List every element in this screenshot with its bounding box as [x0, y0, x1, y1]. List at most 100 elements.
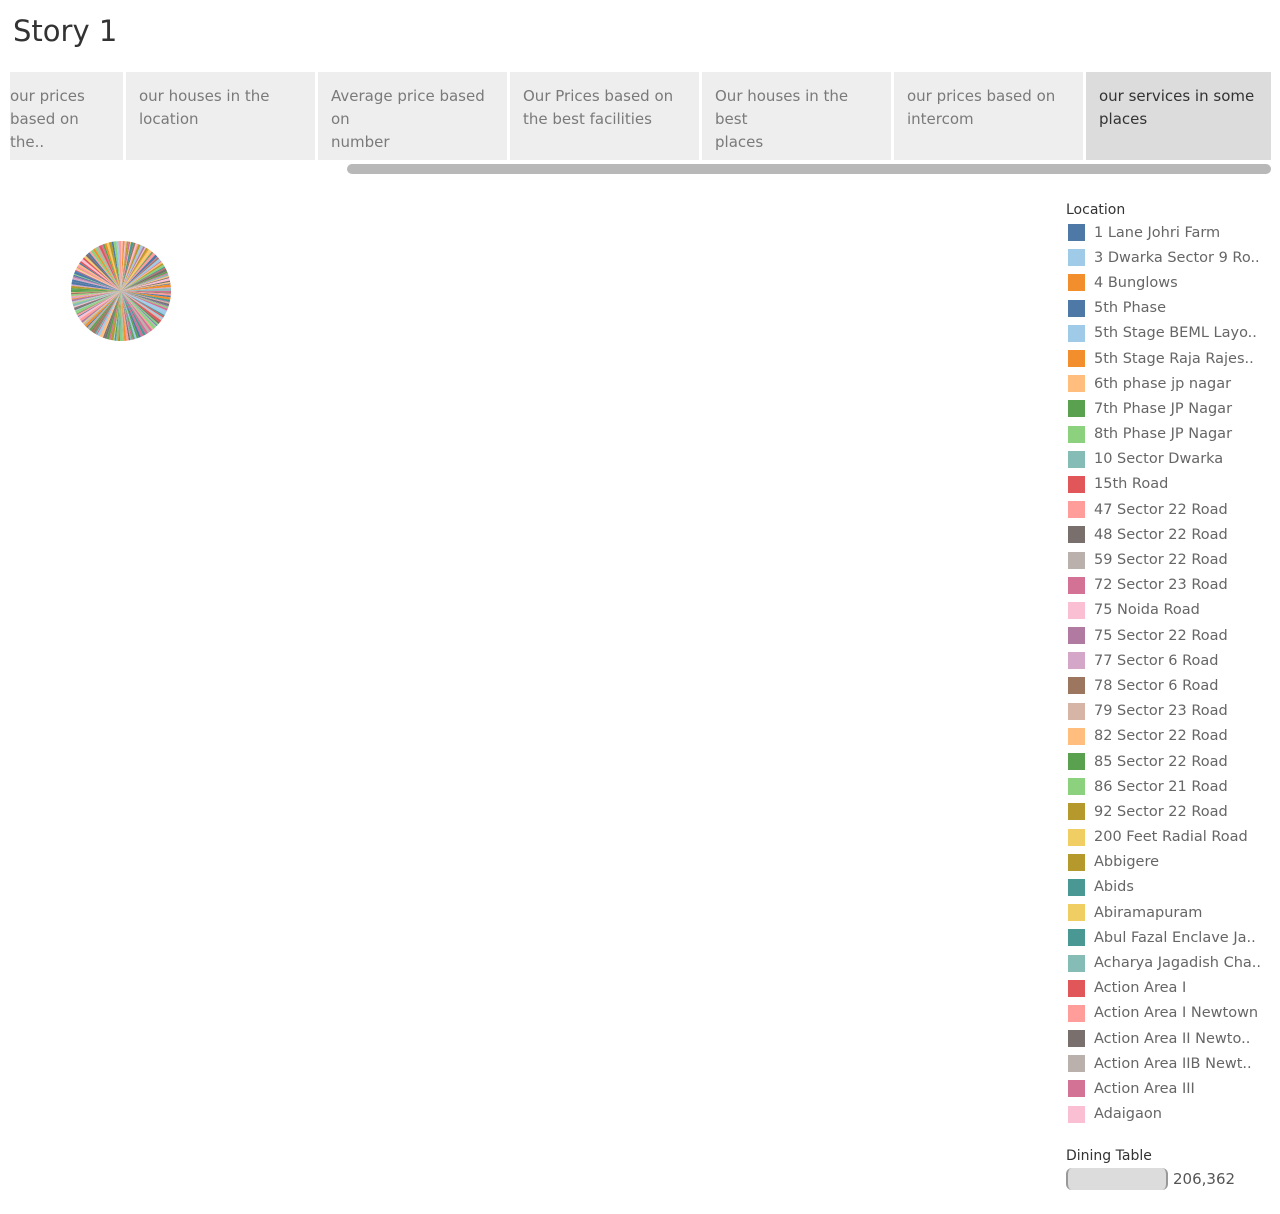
story-tab-label-line2: places: [1099, 110, 1148, 128]
legend-item[interactable]: 47 Sector 22 Road: [1066, 497, 1276, 522]
legend-item[interactable]: 86 Sector 21 Road: [1066, 774, 1276, 799]
legend-item[interactable]: 6th phase jp nagar: [1066, 371, 1276, 396]
legend-swatch: [1068, 878, 1085, 896]
legend-item[interactable]: 79 Sector 23 Road: [1066, 699, 1276, 724]
legend-item-label: Adaigaon: [1094, 1106, 1162, 1123]
legend-item-label: Action Area IIB Newt..: [1094, 1055, 1252, 1072]
legend-item[interactable]: 75 Sector 22 Road: [1066, 623, 1276, 648]
legend-item-label: 86 Sector 21 Road: [1094, 778, 1228, 795]
story-points-navigator: our prices based on the.. our houses in th…: [10, 72, 1271, 160]
story-tab-label-line2: based on the..: [10, 110, 79, 151]
legend-item[interactable]: 77 Sector 6 Road: [1066, 648, 1276, 673]
story-tab-3[interactable]: Average price based on number: [318, 72, 507, 160]
legend-item[interactable]: Action Area II Newto..: [1066, 1026, 1276, 1051]
legend-swatch: [1068, 224, 1085, 242]
size-legend-bar: [1066, 1168, 1168, 1190]
legend-swatch: [1068, 979, 1085, 997]
legend-swatch: [1068, 324, 1085, 342]
tabs-horizontal-scrollbar[interactable]: [347, 164, 1271, 174]
story-tab-label-line1: Average price based on: [331, 87, 485, 128]
legend-item[interactable]: 15th Road: [1066, 472, 1276, 497]
story-tab-label-line1: Our houses in the best: [715, 87, 849, 128]
legend-item[interactable]: 72 Sector 23 Road: [1066, 573, 1276, 598]
legend-item[interactable]: 59 Sector 22 Road: [1066, 547, 1276, 572]
legend-item[interactable]: Action Area IIB Newt..: [1066, 1051, 1276, 1076]
legend-item-label: 78 Sector 6 Road: [1094, 677, 1219, 694]
legend-swatch: [1068, 778, 1085, 796]
story-tab-label-line1: our houses in the: [139, 87, 270, 105]
legend-item-label: 92 Sector 22 Road: [1094, 803, 1228, 820]
legend-item[interactable]: 85 Sector 22 Road: [1066, 749, 1276, 774]
legend-items: 1 Lane Johri Farm 3 Dwarka Sector 9 Ro.. 4…: [1066, 220, 1276, 1127]
story-tabs: our prices based on the.. our houses in th…: [10, 72, 1271, 160]
legend-swatch: [1068, 501, 1085, 519]
legend-item[interactable]: 5th Stage BEML Layo..: [1066, 321, 1276, 346]
story-tab-4[interactable]: Our Prices based on the best facilities: [510, 72, 699, 160]
legend-item-label: 79 Sector 23 Road: [1094, 703, 1228, 720]
legend-item-label: 75 Noida Road: [1094, 602, 1200, 619]
legend-swatch: [1068, 425, 1085, 443]
legend-swatch: [1068, 1105, 1085, 1123]
legend-item-label: 1 Lane Johri Farm: [1094, 224, 1221, 241]
story-tab-6[interactable]: our prices based on intercom: [894, 72, 1083, 160]
legend-item-label: 5th Phase: [1094, 300, 1167, 317]
legend-swatch: [1068, 1030, 1085, 1048]
legend-item[interactable]: 10 Sector Dwarka: [1066, 447, 1276, 472]
legend-swatch: [1068, 652, 1085, 670]
story-tab-label-line2: places: [715, 133, 764, 151]
legend-item[interactable]: Action Area I Newtown: [1066, 1001, 1276, 1026]
legend-item[interactable]: 1 Lane Johri Farm: [1066, 220, 1276, 245]
legend-item[interactable]: Action Area III: [1066, 1076, 1276, 1101]
legend-item-label: 4 Bunglows: [1094, 274, 1178, 291]
legend-swatch: [1068, 929, 1085, 947]
legend-item[interactable]: 78 Sector 6 Road: [1066, 673, 1276, 698]
pie-chart[interactable]: [70, 240, 172, 342]
story-tab-label-line2: intercom: [907, 110, 974, 128]
legend-item[interactable]: Abbigere: [1066, 850, 1276, 875]
legend-swatch: [1068, 601, 1085, 619]
legend-item[interactable]: Acharya Jagadish Cha..: [1066, 950, 1276, 975]
story-tab-7[interactable]: our services in some places: [1086, 72, 1271, 160]
legend-item[interactable]: 82 Sector 22 Road: [1066, 724, 1276, 749]
legend-item[interactable]: Abiramapuram: [1066, 900, 1276, 925]
legend-item[interactable]: 200 Feet Radial Road: [1066, 825, 1276, 850]
legend-swatch: [1068, 828, 1085, 846]
pie-chart-svg[interactable]: [70, 240, 172, 342]
legend-swatch: [1068, 627, 1085, 645]
legend-swatch: [1068, 475, 1085, 493]
legend-swatch: [1068, 249, 1085, 267]
legend-item[interactable]: 3 Dwarka Sector 9 Ro..: [1066, 245, 1276, 270]
legend-item[interactable]: Abids: [1066, 875, 1276, 900]
story-tab-2[interactable]: our houses in the location: [126, 72, 315, 160]
legend-item-label: Abids: [1094, 879, 1134, 896]
legend-item[interactable]: Adaigaon: [1066, 1102, 1276, 1127]
legend-item-label: 77 Sector 6 Road: [1094, 652, 1219, 669]
legend-item-label: 5th Stage BEML Layo..: [1094, 325, 1257, 342]
legend-swatch: [1068, 375, 1085, 393]
legend-item[interactable]: 5th Phase: [1066, 296, 1276, 321]
legend-item[interactable]: 5th Stage Raja Rajes..: [1066, 346, 1276, 371]
legend-item[interactable]: 75 Noida Road: [1066, 598, 1276, 623]
size-legend-title: Dining Table: [1066, 1148, 1152, 1164]
size-legend: Dining Table 206,362: [1066, 1146, 1276, 1190]
story-tab-1[interactable]: our prices based on the..: [10, 72, 123, 160]
legend-item[interactable]: 7th Phase JP Nagar: [1066, 396, 1276, 421]
legend-item[interactable]: 4 Bunglows: [1066, 270, 1276, 295]
legend-swatch: [1068, 753, 1085, 771]
legend-item[interactable]: 92 Sector 22 Road: [1066, 799, 1276, 824]
legend-item-label: 7th Phase JP Nagar: [1094, 400, 1233, 417]
legend-swatch: [1068, 400, 1085, 418]
story-tab-label-line2: location: [139, 110, 199, 128]
legend-swatch: [1068, 1055, 1085, 1073]
legend-item[interactable]: 8th Phase JP Nagar: [1066, 422, 1276, 447]
legend-item[interactable]: Action Area I: [1066, 976, 1276, 1001]
story-tab-5[interactable]: Our houses in the best places: [702, 72, 891, 160]
legend-item[interactable]: Abul Fazal Enclave Ja..: [1066, 925, 1276, 950]
legend-title: Location: [1066, 202, 1126, 218]
legend-item-label: 3 Dwarka Sector 9 Ro..: [1094, 249, 1260, 266]
legend-swatch: [1068, 350, 1085, 368]
legend-item-label: Action Area II Newto..: [1094, 1030, 1251, 1047]
legend-item[interactable]: 48 Sector 22 Road: [1066, 522, 1276, 547]
legend-item-label: 72 Sector 23 Road: [1094, 577, 1228, 594]
legend-item-label: Abiramapuram: [1094, 904, 1203, 921]
